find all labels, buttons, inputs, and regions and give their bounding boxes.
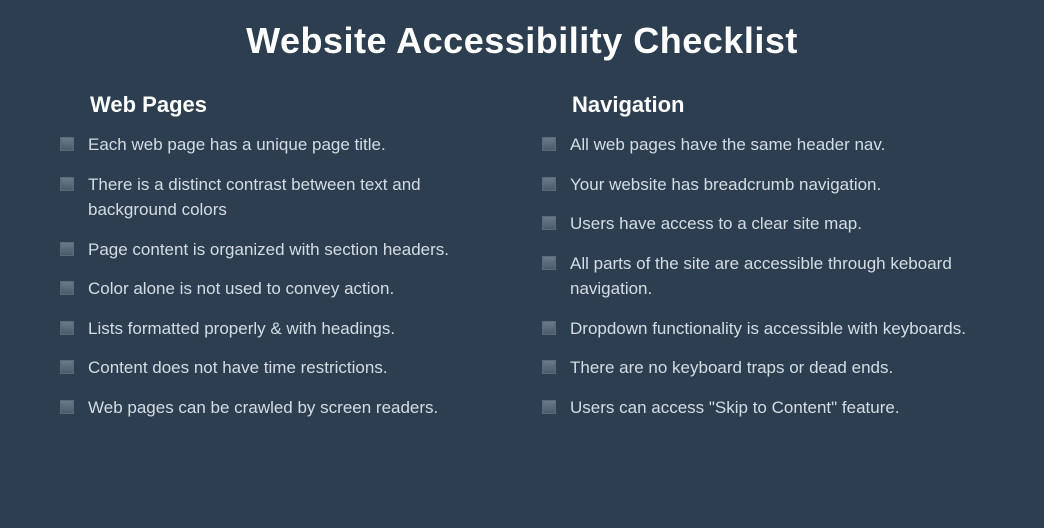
checklist-web-pages: Each web page has a unique page title. T…: [60, 132, 502, 420]
checkbox-icon[interactable]: [60, 281, 74, 295]
item-text: Users can access "Skip to Content" featu…: [570, 395, 984, 421]
checkbox-icon[interactable]: [60, 242, 74, 256]
checkbox-icon[interactable]: [542, 321, 556, 335]
list-item: Users can access "Skip to Content" featu…: [542, 395, 984, 421]
column-navigation: Navigation All web pages have the same h…: [542, 92, 984, 434]
section-heading-web-pages: Web Pages: [90, 92, 502, 118]
list-item: Content does not have time restrictions.: [60, 355, 502, 381]
checkbox-icon[interactable]: [542, 137, 556, 151]
item-text: All parts of the site are accessible thr…: [570, 251, 984, 302]
list-item: All web pages have the same header nav.: [542, 132, 984, 158]
list-item: Dropdown functionality is accessible wit…: [542, 316, 984, 342]
list-item: All parts of the site are accessible thr…: [542, 251, 984, 302]
checkbox-icon[interactable]: [542, 216, 556, 230]
checkbox-icon[interactable]: [60, 321, 74, 335]
item-text: Color alone is not used to convey action…: [88, 276, 502, 302]
list-item: Lists formatted properly & with headings…: [60, 316, 502, 342]
item-text: Dropdown functionality is accessible wit…: [570, 316, 984, 342]
item-text: Your website has breadcrumb navigation.: [570, 172, 984, 198]
list-item: There is a distinct contrast between tex…: [60, 172, 502, 223]
item-text: Web pages can be crawled by screen reade…: [88, 395, 502, 421]
list-item: There are no keyboard traps or dead ends…: [542, 355, 984, 381]
item-text: Each web page has a unique page title.: [88, 132, 502, 158]
item-text: Content does not have time restrictions.: [88, 355, 502, 381]
checkbox-icon[interactable]: [542, 360, 556, 374]
checkbox-icon[interactable]: [60, 360, 74, 374]
item-text: All web pages have the same header nav.: [570, 132, 984, 158]
page-title: Website Accessibility Checklist: [60, 20, 984, 62]
item-text: Page content is organized with section h…: [88, 237, 502, 263]
item-text: Users have access to a clear site map.: [570, 211, 984, 237]
checkbox-icon[interactable]: [542, 400, 556, 414]
item-text: Lists formatted properly & with headings…: [88, 316, 502, 342]
list-item: Web pages can be crawled by screen reade…: [60, 395, 502, 421]
checkbox-icon[interactable]: [60, 137, 74, 151]
list-item: Each web page has a unique page title.: [60, 132, 502, 158]
checklist-navigation: All web pages have the same header nav. …: [542, 132, 984, 420]
list-item: Users have access to a clear site map.: [542, 211, 984, 237]
section-heading-navigation: Navigation: [572, 92, 984, 118]
checkbox-icon[interactable]: [542, 256, 556, 270]
checkbox-icon[interactable]: [60, 400, 74, 414]
checkbox-icon[interactable]: [60, 177, 74, 191]
list-item: Page content is organized with section h…: [60, 237, 502, 263]
column-web-pages: Web Pages Each web page has a unique pag…: [60, 92, 502, 434]
columns-container: Web Pages Each web page has a unique pag…: [60, 92, 984, 434]
item-text: There is a distinct contrast between tex…: [88, 172, 502, 223]
list-item: Color alone is not used to convey action…: [60, 276, 502, 302]
list-item: Your website has breadcrumb navigation.: [542, 172, 984, 198]
checkbox-icon[interactable]: [542, 177, 556, 191]
item-text: There are no keyboard traps or dead ends…: [570, 355, 984, 381]
